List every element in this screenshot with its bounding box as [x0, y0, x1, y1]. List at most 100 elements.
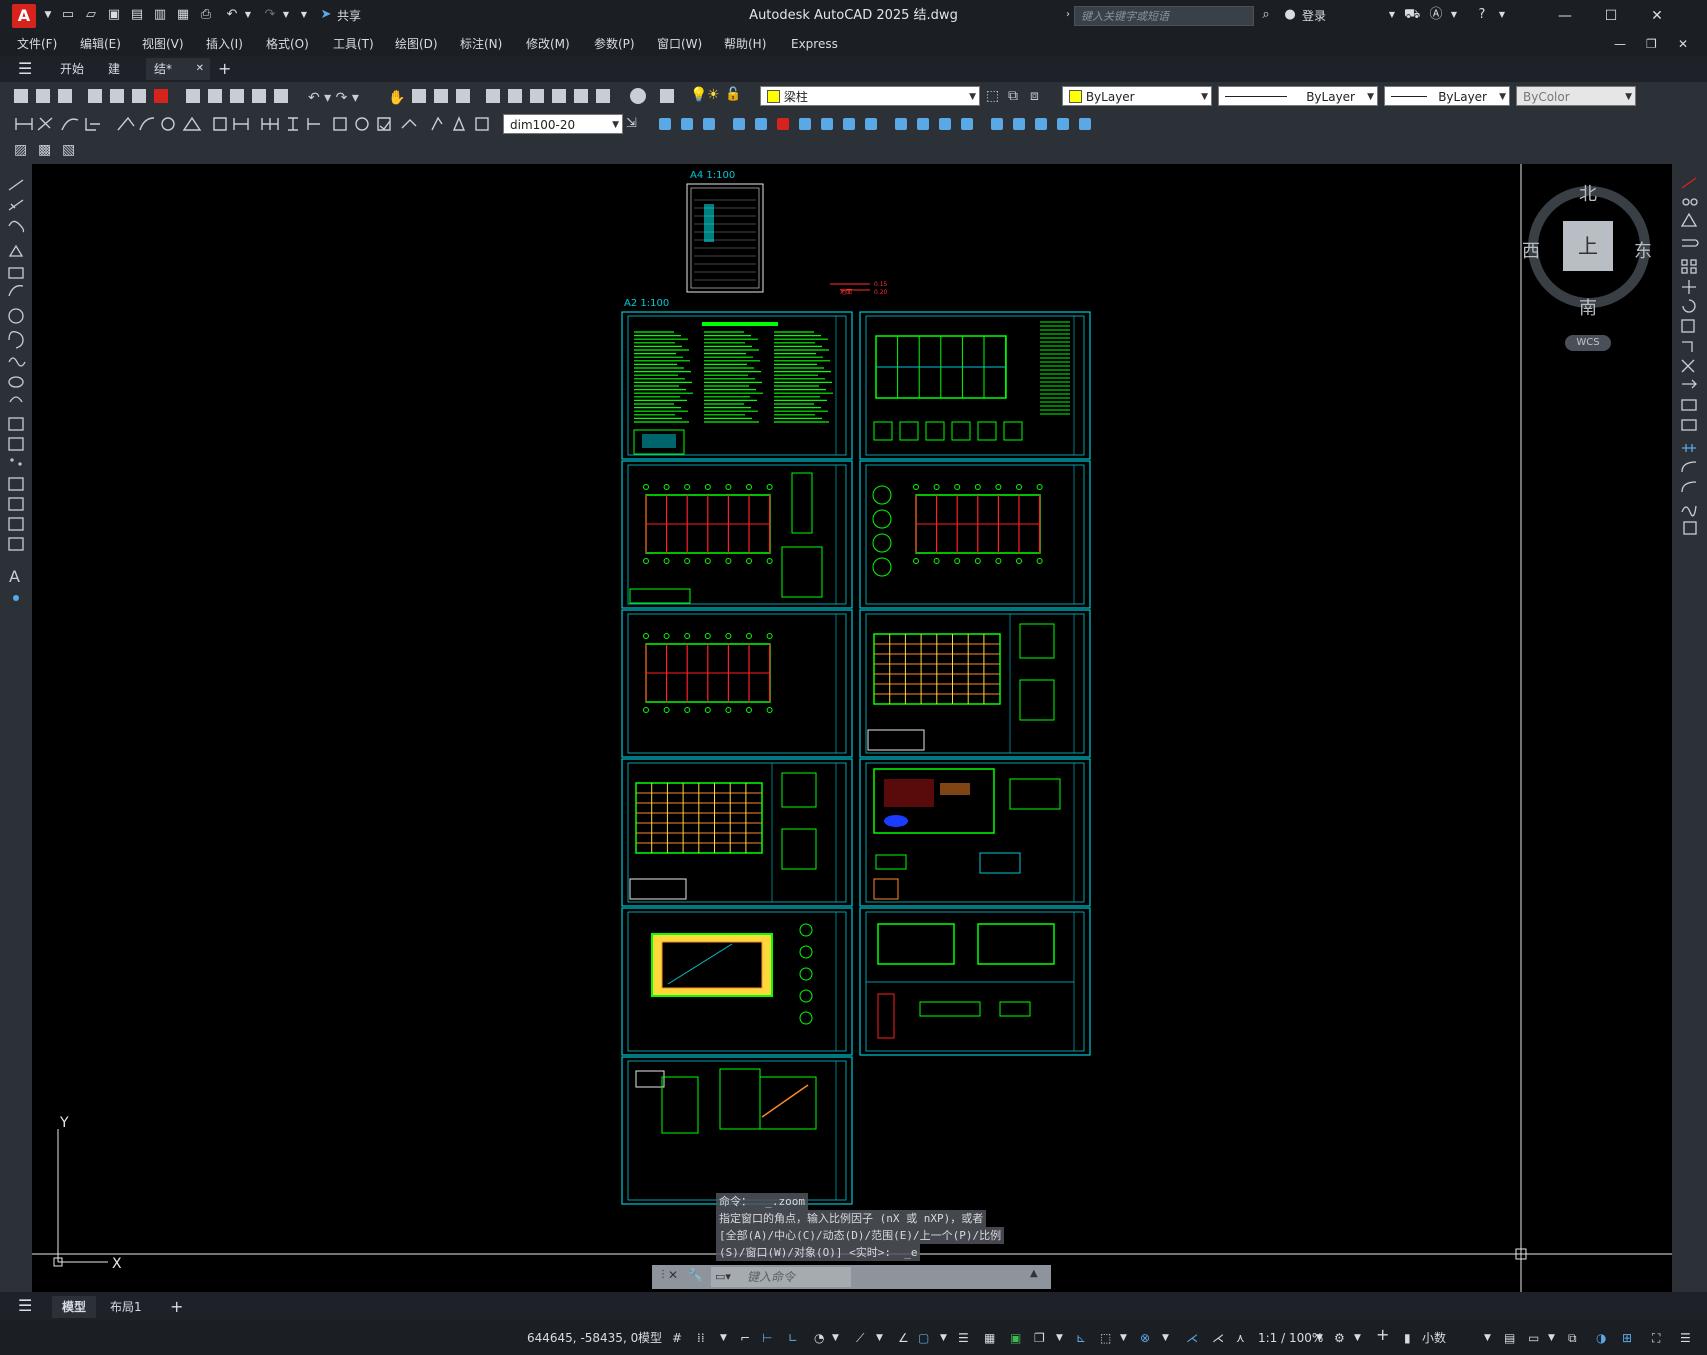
command-history-toggle-icon[interactable]: ▲ — [1030, 1268, 1038, 1279]
dynamic-input-icon[interactable]: ⊢ — [762, 1329, 772, 1347]
osnap-dropdown-icon[interactable]: ▼ — [940, 1329, 947, 1347]
snap-dropdown-icon[interactable]: ▼ — [720, 1329, 727, 1347]
drawing-sheet[interactable] — [859, 311, 1091, 460]
layout-menu-icon[interactable]: ☰ — [18, 1296, 32, 1315]
block-save-icon[interactable]: ▩ — [38, 142, 51, 158]
fullscreen-icon[interactable]: ⛶ — [1652, 1329, 1660, 1347]
color-dropdown[interactable]: ByLayer ▼ — [1062, 86, 1212, 106]
annotation-visibility-icon[interactable]: ⋌ — [1186, 1329, 1198, 1347]
isodraft-icon[interactable]: ⟋ — [856, 1329, 864, 1347]
command-close-icon[interactable]: ✕ — [668, 1268, 678, 1282]
doc-restore-icon[interactable]: ❐ — [1646, 32, 1657, 56]
login-button[interactable]: 登录 — [1302, 0, 1326, 32]
layer-states-icon[interactable]: ⧉ — [1008, 88, 1018, 104]
menu-tools[interactable]: 工具(T) — [333, 32, 374, 56]
modify-tool-icons-vertical[interactable] — [1672, 164, 1707, 584]
modify-tool-icons[interactable] — [655, 110, 1135, 138]
layer-previous-icon[interactable]: ⧈ — [1030, 88, 1039, 104]
login-dropdown-icon[interactable]: ▼ — [1384, 7, 1400, 23]
units-value[interactable]: 小数 — [1422, 1329, 1446, 1347]
lock-dropdown-icon[interactable]: ▼ — [1548, 1329, 1555, 1347]
dim-update-icon[interactable]: ⇲ — [626, 116, 637, 131]
user-icon[interactable]: ● — [1282, 7, 1298, 23]
drawing-sheet[interactable] — [859, 907, 1091, 1056]
snap-icon[interactable]: ⁞⁞ — [697, 1329, 705, 1347]
drawing-sheet[interactable] — [621, 1056, 853, 1205]
transparency-icon[interactable]: ▦ — [984, 1329, 995, 1347]
hamburger-menu-icon[interactable]: ☰ — [18, 59, 32, 78]
window-maximize-button[interactable]: ☐ — [1588, 0, 1634, 32]
command-grip-icon[interactable]: ⋮ — [658, 1269, 668, 1280]
scale-dropdown-icon[interactable]: ▼ — [1316, 1329, 1323, 1347]
menu-file[interactable]: 文件(F) — [17, 32, 57, 56]
model-space-toggle[interactable]: 模型 — [638, 1329, 662, 1347]
command-customize-icon[interactable]: 🔧 — [688, 1268, 703, 1282]
auto-scale-icon[interactable]: ⋌ — [1212, 1329, 1224, 1347]
drawing-sheet[interactable] — [621, 907, 853, 1056]
layer-thaw-icon[interactable]: ☀ — [707, 87, 720, 103]
isodraft-dropdown-icon[interactable]: ▼ — [876, 1329, 883, 1347]
units-dropdown-icon[interactable]: ▼ — [1484, 1329, 1491, 1347]
menu-help[interactable]: 帮助(H) — [724, 32, 766, 56]
menu-dimension[interactable]: 标注(N) — [460, 32, 502, 56]
dimstyle-dropdown[interactable]: dim100-20 ▼ — [503, 114, 623, 134]
wcs-menu-button[interactable]: WCS — [1565, 335, 1611, 351]
workspace-dropdown-icon[interactable]: ▼ — [1354, 1329, 1361, 1347]
menu-parametric[interactable]: 参数(P) — [594, 32, 635, 56]
toolbar-icons-row1[interactable]: ↶ ▾ ↷ ▾ ✋ — [0, 82, 700, 110]
menu-format[interactable]: 格式(O) — [266, 32, 309, 56]
customization-icon[interactable]: ☰ — [1680, 1329, 1691, 1347]
menu-express[interactable]: Express — [791, 32, 838, 56]
drawing-canvas[interactable]: A4 1:100 0.15 0.20 地面 A2 1:100 Y X — [32, 164, 1672, 1292]
doc-close-icon[interactable]: ✕ — [1678, 32, 1688, 56]
lock-ui-icon[interactable]: ▭ — [1528, 1329, 1539, 1347]
compass-north[interactable]: 北 — [1579, 180, 1597, 206]
compass-south[interactable]: 南 — [1579, 294, 1597, 320]
selection-cycling-icon[interactable]: ▣ — [1010, 1329, 1021, 1347]
menu-modify[interactable]: 修改(M) — [526, 32, 570, 56]
menu-insert[interactable]: 插入(I) — [206, 32, 243, 56]
command-input[interactable]: 键入命令 — [711, 1267, 851, 1287]
annotation-scale-icon[interactable]: ⋏ — [1236, 1329, 1245, 1347]
drawing-sheet[interactable] — [859, 609, 1091, 758]
annotation-monitor-icon[interactable]: + — [1376, 1326, 1389, 1344]
drawing-sheet[interactable] — [621, 609, 853, 758]
tab-model[interactable]: 模型 — [52, 1296, 97, 1318]
new-tab-button[interactable]: + — [210, 58, 239, 80]
ortho-icon[interactable]: ∟ — [788, 1329, 798, 1347]
dimension-tool-icons[interactable] — [0, 110, 500, 138]
annotation-scale-value[interactable]: 1:1 / 100% — [1258, 1329, 1323, 1347]
linetype-dropdown[interactable]: ByLayer ▼ — [1218, 86, 1378, 106]
command-prompt-icon[interactable]: ▭▾ — [715, 1270, 731, 1283]
object-snap-tracking-icon[interactable]: ∠ — [898, 1329, 909, 1347]
menu-window[interactable]: 窗口(W) — [657, 32, 702, 56]
make-current-layer-icon[interactable]: ⬚ — [986, 88, 999, 104]
search-icon[interactable]: ⌕ — [1258, 7, 1274, 23]
workspace-gear-icon[interactable]: ⚙ — [1334, 1329, 1345, 1347]
search-input[interactable]: 键入关键字或短语 — [1074, 6, 1254, 26]
tab-drawing-jie[interactable]: 结* ✕ — [146, 58, 210, 80]
layer-unlock-icon[interactable]: 🔓 — [725, 87, 741, 102]
coordinate-readout[interactable]: 644645, -58435, 0 — [527, 1329, 638, 1347]
drawing-sheets[interactable] — [621, 311, 1091, 1205]
doc-minimize-icon[interactable]: — — [1614, 32, 1626, 56]
block-close-icon[interactable]: ▧ — [62, 142, 75, 158]
graphics-performance-icon[interactable]: ◑ — [1596, 1329, 1606, 1347]
tab-layout1[interactable]: 布局1 — [100, 1296, 152, 1318]
layer-on-icon[interactable]: 💡 — [690, 87, 707, 103]
grid-icon[interactable]: # — [672, 1329, 682, 1347]
units-icon[interactable]: ▮ — [1404, 1329, 1411, 1347]
window-minimize-button[interactable]: — — [1542, 0, 1588, 32]
dynamic-ucs-icon[interactable]: ⊾ — [1076, 1329, 1086, 1347]
drawing-sheet[interactable] — [859, 758, 1091, 907]
model-space-viewport[interactable]: A4 1:100 0.15 0.20 地面 A2 1:100 Y X — [32, 164, 1672, 1292]
quick-properties-icon[interactable]: ▤ — [1504, 1329, 1515, 1347]
tab-close-icon[interactable]: ✕ — [196, 58, 204, 80]
window-close-button[interactable]: ✕ — [1634, 0, 1680, 32]
compass-west[interactable]: 西 — [1522, 237, 1540, 263]
draw-tool-icons[interactable]: A — [0, 164, 32, 624]
3d-osnap-dropdown-icon[interactable]: ▼ — [1056, 1329, 1063, 1347]
tab-start[interactable]: 开始 — [52, 58, 92, 80]
polar-tracking-icon[interactable]: ◔ — [814, 1329, 824, 1347]
gizmo-dropdown-icon[interactable]: ▼ — [1162, 1329, 1169, 1347]
